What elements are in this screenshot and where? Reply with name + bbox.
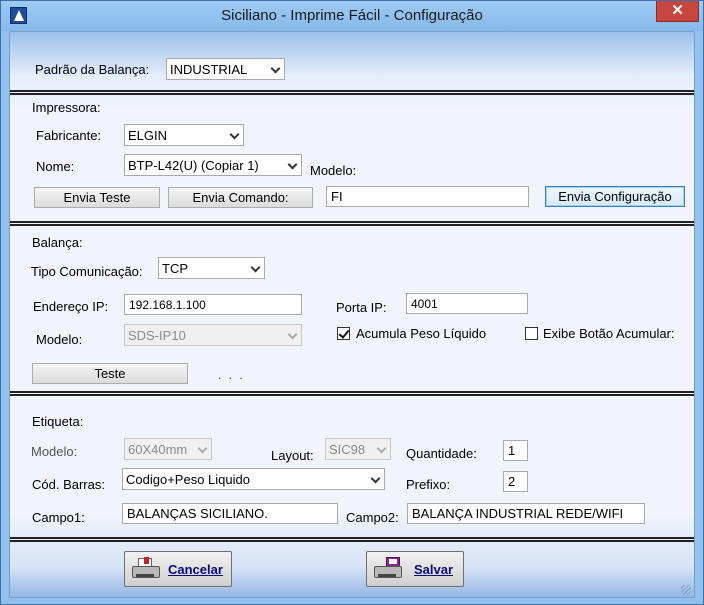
quantidade-label: Quantidade: [406,446,477,461]
acumula-peso-label[interactable]: Acumula Peso Líquido [356,326,486,341]
section-divider [10,537,694,542]
nome-impressora-value: BTP-L42(U) (Copiar 1) [128,158,259,173]
chevron-down-icon [229,129,240,140]
chevron-down-icon [376,443,387,454]
balanca-padrao-value: INDUSTRIAL [170,62,248,77]
printer-icon [130,557,162,582]
fabricante-select[interactable]: ELGIN [124,124,244,146]
chevron-down-icon [270,63,281,74]
etiqueta-section-label: Etiqueta: [32,414,84,429]
porta-ip-label: Porta IP: [336,300,387,315]
form-body: Padrão da Balança: INDUSTRIAL Impressora… [9,31,695,598]
title-bar[interactable]: Siciliano - Imprime Fácil - Configuração… [1,1,703,31]
envia-comando-button[interactable]: Envia Comando: [168,187,313,208]
campo1-input[interactable]: BALANÇAS SICILIANO. [122,503,338,524]
tipo-comunicacao-label: Tipo Comunicação: [31,264,143,279]
envia-teste-button[interactable]: Envia Teste [34,187,160,208]
impressora-section-label: Impressora: [32,100,101,115]
modelo-balanca-value: SDS-IP10 [128,328,186,343]
layout-value: SIC98 [329,442,366,457]
chevron-down-icon [197,443,208,454]
balanca-padrao-select[interactable]: INDUSTRIAL [166,58,285,80]
chevron-down-icon [370,473,381,484]
layout-label: Layout: [271,448,314,463]
cod-barras-select[interactable]: Codigo+Peso Liquido [122,468,385,490]
tipo-comunicacao-select[interactable]: TCP [158,257,265,279]
salvar-button[interactable]: Salvar [366,551,464,587]
exibe-botao-label[interactable]: Exibe Botão Acumular: [543,326,675,341]
cod-barras-label: Cód. Barras: [32,477,105,492]
salvar-label: Salvar [414,562,454,577]
modelo-impressora-input[interactable]: FI [326,186,529,207]
chevron-down-icon [287,159,298,170]
chevron-down-icon [250,262,261,273]
balanca-section-label: Balança: [32,235,83,250]
fabricante-label: Fabricante: [36,128,102,143]
resize-grip-icon[interactable] [681,585,691,595]
modelo-balanca-label: Modelo: [36,332,83,347]
quantidade-input[interactable]: 1 [503,440,528,461]
save-disk-icon [372,557,404,582]
fabricante-value: ELGIN [128,128,168,143]
modelo-etiqueta-label: Modelo: [31,444,78,459]
modelo-etiqueta-select[interactable]: 60X40mm [124,438,212,460]
acumula-peso-checkbox[interactable] [337,327,350,340]
exibe-botao-checkbox[interactable] [525,327,538,340]
teste-balanca-button[interactable]: Teste [32,363,188,384]
porta-ip-input[interactable]: 4001 [406,293,528,314]
modelo-impressora-label: Modelo: [310,163,357,178]
window-title: Siciliano - Imprime Fácil - Configuração [221,7,483,24]
config-window: Siciliano - Imprime Fácil - Configuração… [0,0,704,605]
campo1-label: Campo1: [32,510,85,525]
nome-impressora-select[interactable]: BTP-L42(U) (Copiar 1) [124,154,302,176]
tipo-comunicacao-value: TCP [162,261,188,276]
section-divider [10,90,694,95]
nome-label: Nome: [36,159,75,174]
chevron-down-icon [287,329,298,340]
balanca-padrao-label: Padrão da Balança: [35,62,150,77]
cod-barras-value: Codigo+Peso Liquido [126,472,250,487]
layout-select[interactable]: SIC98 [325,438,391,460]
campo2-label: Campo2: [346,510,399,525]
close-icon: ✕ [671,2,684,19]
prefixo-label: Prefixo: [406,477,451,492]
modelo-balanca-select[interactable]: SDS-IP10 [124,324,302,346]
section-divider [10,391,694,396]
status-dots: . . . [218,368,245,382]
prefixo-input[interactable]: 2 [503,471,528,492]
cancelar-button[interactable]: Cancelar [124,551,232,587]
endereco-ip-input[interactable]: 192.168.1.100 [124,294,302,315]
section-divider [10,221,694,226]
cancelar-label: Cancelar [168,562,223,577]
envia-configuracao-button[interactable]: Envia Configuração [545,186,685,207]
campo2-input[interactable]: BALANÇA INDUSTRIAL REDE/WIFI [407,503,645,524]
endereco-ip-label: Endereço IP: [33,299,109,314]
modelo-etiqueta-value: 60X40mm [128,442,188,457]
close-button[interactable]: ✕ [656,1,699,22]
